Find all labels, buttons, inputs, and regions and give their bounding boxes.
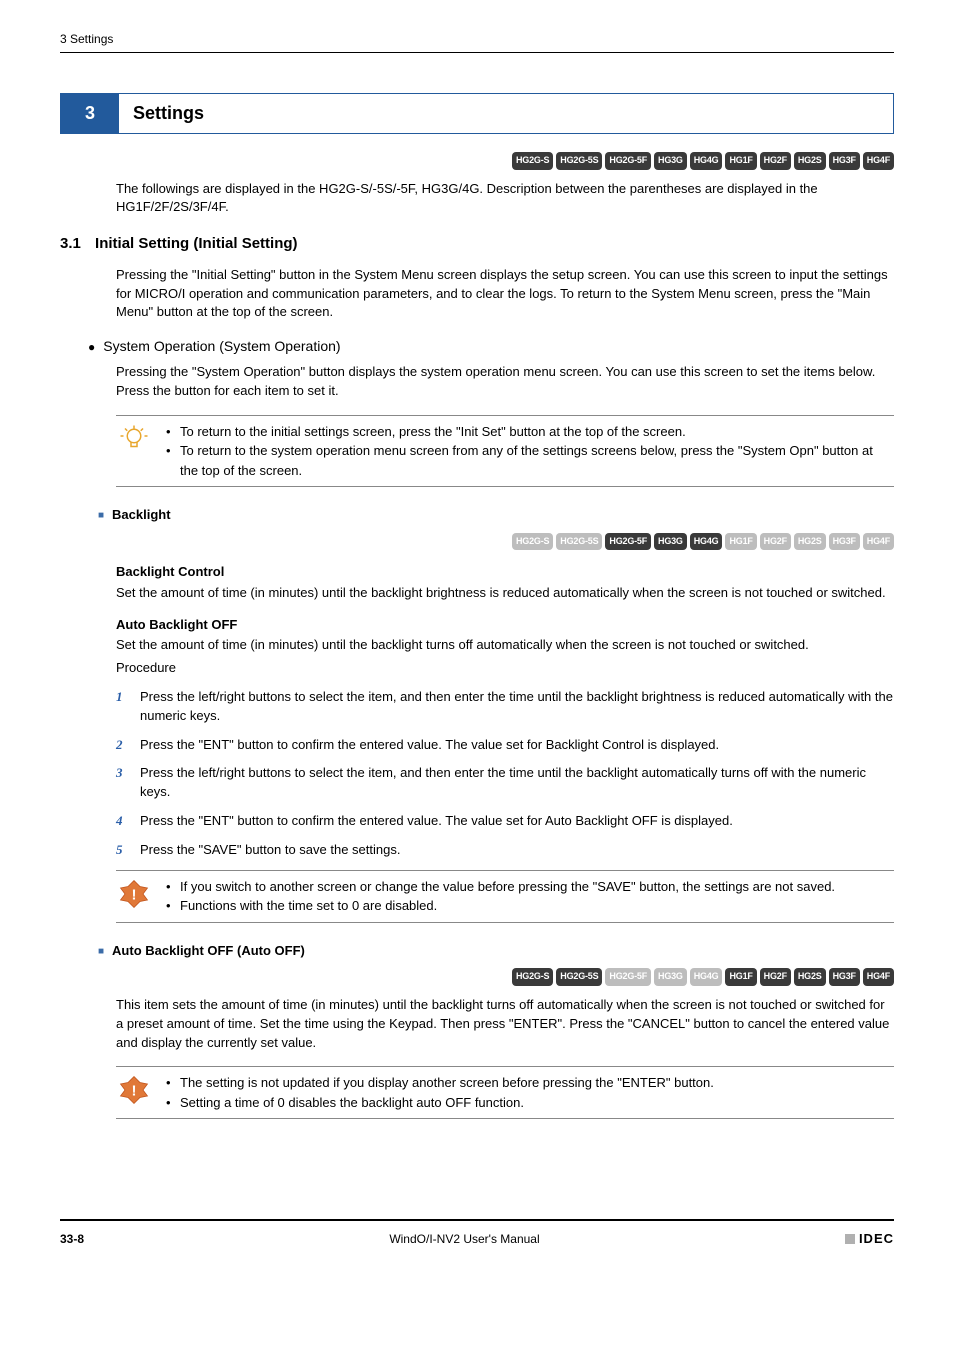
logo-text: IDEC (859, 1229, 894, 1249)
tip-note: To return to the initial settings screen… (116, 415, 894, 488)
model-tag: HG2G-5S (556, 533, 602, 551)
model-tag: HG2G-S (512, 968, 553, 986)
warning-note-2: ! The setting is not updated if you disp… (116, 1066, 894, 1119)
model-tag: HG2S (794, 533, 826, 551)
list-item: The setting is not updated if you displa… (166, 1073, 894, 1093)
model-tag: HG3F (829, 152, 860, 170)
intro-paragraph: The followings are displayed in the HG2G… (116, 180, 894, 218)
backlight-heading: Backlight (98, 505, 894, 525)
model-tag: HG2F (760, 533, 791, 551)
section-number: 3 (61, 94, 119, 133)
section-heading: 3 Settings (60, 93, 894, 134)
auto-backlight-off-term: Auto Backlight OFF (116, 615, 894, 635)
model-tag: HG2G-5F (605, 968, 651, 986)
list-item: To return to the initial settings screen… (166, 422, 894, 442)
procedure-list: 1Press the left/right buttons to select … (116, 688, 894, 860)
header-rule (60, 52, 894, 53)
model-tag: HG1F (725, 968, 756, 986)
list-item: Setting a time of 0 disables the backlig… (166, 1093, 894, 1113)
model-tag-row-3: HG2G-SHG2G-5SHG2G-5FHG3GHG4GHG1FHG2FHG2S… (116, 968, 894, 986)
auto-off-heading: Auto Backlight OFF (Auto OFF) (98, 941, 894, 961)
manual-title: WindO/I-NV2 User's Manual (84, 1230, 845, 1248)
lightbulb-icon (116, 422, 152, 481)
running-header: 3 Settings (60, 30, 894, 48)
system-operation-heading: System Operation (System Operation) (88, 336, 894, 357)
section-title: Settings (119, 94, 893, 133)
svg-text:!: ! (132, 1083, 137, 1100)
step-number: 1 (116, 688, 123, 707)
model-tag: HG2G-5S (556, 968, 602, 986)
warning-note-1-list: If you switch to another screen or chang… (166, 877, 894, 916)
model-tag: HG3G (654, 533, 687, 551)
model-tag: HG2F (760, 152, 791, 170)
model-tag: HG2S (794, 152, 826, 170)
subsection-body: Pressing the "Initial Setting" button in… (116, 266, 894, 323)
model-tag: HG2G-S (512, 152, 553, 170)
idec-logo: IDEC (845, 1229, 894, 1249)
step-number: 4 (116, 812, 123, 831)
model-tag: HG4F (863, 533, 894, 551)
backlight-control-term: Backlight Control (116, 562, 894, 582)
model-tag: HG2S (794, 968, 826, 986)
logo-square-icon (845, 1234, 855, 1244)
procedure-step: 3Press the left/right buttons to select … (116, 764, 894, 802)
warning-note-1: ! If you switch to another screen or cha… (116, 870, 894, 923)
step-number: 3 (116, 764, 123, 783)
auto-backlight-off-text: Set the amount of time (in minutes) unti… (116, 636, 894, 655)
warning-icon: ! (116, 1073, 152, 1112)
model-tag: HG2G-5S (556, 152, 602, 170)
model-tag: HG4F (863, 968, 894, 986)
model-tag: HG3G (654, 968, 687, 986)
list-item: If you switch to another screen or chang… (166, 877, 894, 897)
model-tag: HG2F (760, 968, 791, 986)
step-number: 2 (116, 736, 123, 755)
warning-icon: ! (116, 877, 152, 916)
model-tag: HG2G-5F (605, 533, 651, 551)
list-item: Functions with the time set to 0 are dis… (166, 896, 894, 916)
backlight-control-text: Set the amount of time (in minutes) unti… (116, 584, 894, 603)
procedure-label: Procedure (116, 659, 894, 678)
model-tag: HG4G (690, 968, 723, 986)
model-tag: HG1F (725, 152, 756, 170)
model-tag: HG2G-5F (605, 152, 651, 170)
auto-off-body: This item sets the amount of time (in mi… (116, 996, 894, 1053)
svg-text:!: ! (132, 886, 137, 903)
page-number: 33-8 (60, 1230, 84, 1248)
model-tag: HG3G (654, 152, 687, 170)
model-tag: HG2G-S (512, 533, 553, 551)
model-tag: HG3F (829, 533, 860, 551)
model-tag: HG3F (829, 968, 860, 986)
procedure-step: 1Press the left/right buttons to select … (116, 688, 894, 726)
model-tag: HG4G (690, 152, 723, 170)
page-footer: 33-8 WindO/I-NV2 User's Manual IDEC (60, 1219, 894, 1249)
subsection-title: Initial Setting (Initial Setting) (95, 235, 298, 252)
subsection-heading: 3.1 Initial Setting (Initial Setting) (60, 233, 894, 256)
model-tag-row-1: HG2G-SHG2G-5SHG2G-5FHG3GHG4GHG1FHG2FHG2S… (116, 152, 894, 170)
procedure-step: 4Press the "ENT" button to confirm the e… (116, 812, 894, 831)
step-number: 5 (116, 841, 123, 860)
warning-note-2-list: The setting is not updated if you displa… (166, 1073, 894, 1112)
procedure-step: 5Press the "SAVE" button to save the set… (116, 841, 894, 860)
procedure-step: 2Press the "ENT" button to confirm the e… (116, 736, 894, 755)
subsection-number: 3.1 (60, 235, 81, 252)
tip-note-list: To return to the initial settings screen… (166, 422, 894, 481)
model-tag-row-2: HG2G-SHG2G-5SHG2G-5FHG3GHG4GHG1FHG2FHG2S… (116, 533, 894, 551)
model-tag: HG1F (725, 533, 756, 551)
list-item: To return to the system operation menu s… (166, 441, 894, 480)
system-operation-body: Pressing the "System Operation" button d… (116, 363, 894, 401)
model-tag: HG4G (690, 533, 723, 551)
model-tag: HG4F (863, 152, 894, 170)
